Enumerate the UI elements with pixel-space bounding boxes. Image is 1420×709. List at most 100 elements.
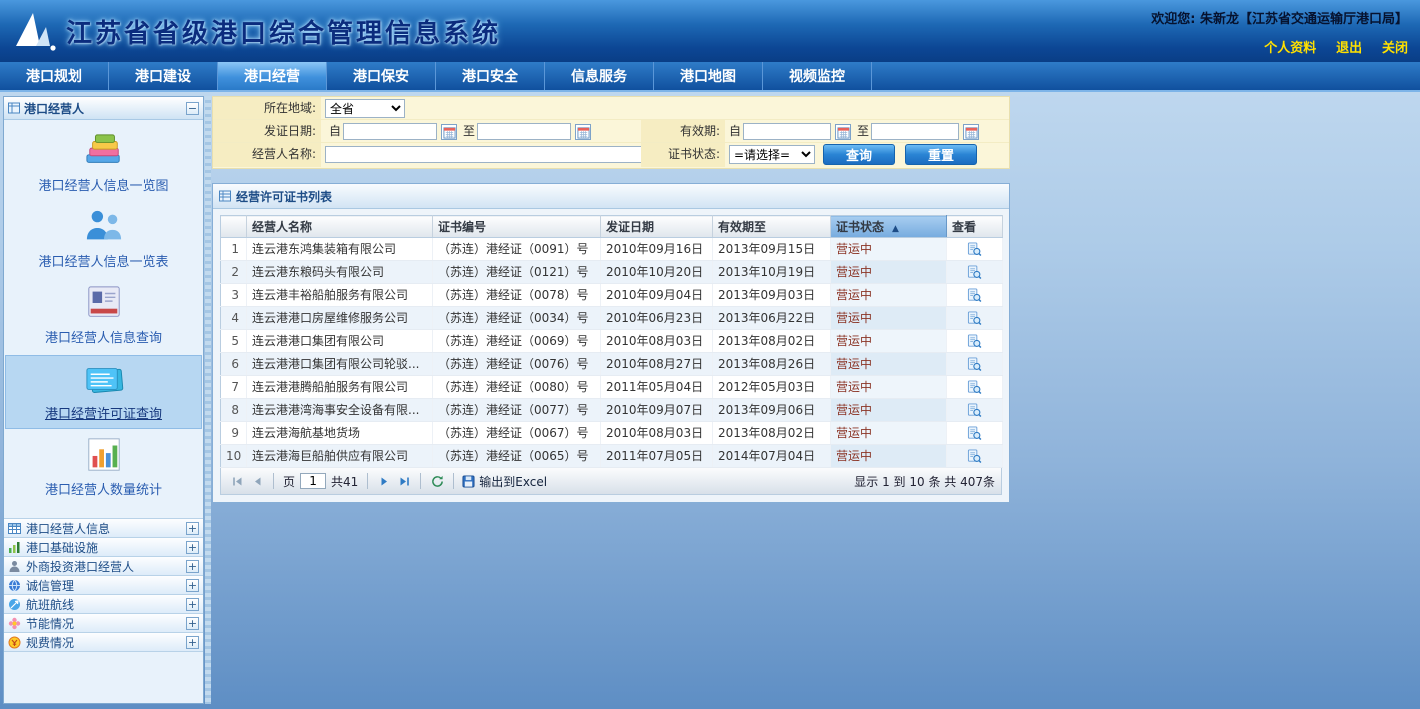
table-row[interactable]: 9 连云港海航基地货场 （苏连）港经证（0067）号 2010年08月03日 2… [221,422,1003,445]
view-cell[interactable] [947,376,1003,399]
table-row[interactable]: 5 连云港港口集团有限公司 （苏连）港经证（0069）号 2010年08月03日… [221,330,1003,353]
first-page-icon[interactable] [229,473,245,489]
expand-button[interactable]: + [186,579,199,592]
tab-information-service[interactable]: 信息服务 [545,62,654,90]
export-excel-button[interactable]: 输出到Excel [462,473,547,490]
sidebar-group-integrity-management[interactable]: 诚信管理 + [4,576,203,595]
view-detail-icon[interactable] [967,403,982,418]
tab-port-map[interactable]: 港口地图 [654,62,763,90]
sidebar-group-label: 节能情况 [26,615,186,632]
certificate-number-cell: （苏连）港经证（0034）号 [433,307,601,330]
sidebar-group-energy-saving[interactable]: 节能情况 + [4,614,203,633]
calendar-icon[interactable] [441,124,457,140]
row-number: 1 [221,238,247,261]
sidebar-item-info-query[interactable]: 港口经营人信息查询 [6,280,201,352]
sidebar-splitter[interactable] [205,96,211,704]
calendar-icon[interactable] [963,124,979,140]
view-detail-icon[interactable] [967,288,982,303]
profile-link[interactable]: 个人资料 [1264,41,1316,56]
table-row[interactable]: 6 连云港港口集团有限公司轮驳... （苏连）港经证（0076）号 2010年0… [221,353,1003,376]
expand-button[interactable]: + [186,598,199,611]
issue-date-from-input[interactable] [343,123,437,140]
table-row[interactable]: 8 连云港港湾海事安全设备有限... （苏连）港经证（0077）号 2010年0… [221,399,1003,422]
valid-until-cell: 2013年08月26日 [713,353,831,376]
table-row[interactable]: 2 连云港东粮码头有限公司 （苏连）港经证（0121）号 2010年10月20日… [221,261,1003,284]
view-detail-icon[interactable] [967,380,982,395]
table-row[interactable]: 3 连云港丰裕船舶服务有限公司 （苏连）港经证（0078）号 2010年09月0… [221,284,1003,307]
region-label: 所在地域: [213,97,321,119]
sidebar-item-info-overview-table[interactable]: 港口经营人信息一览表 [6,204,201,276]
expand-button[interactable]: + [186,617,199,630]
sidebar-group-fees[interactable]: 规费情况 + [4,633,203,652]
col-certificate-number[interactable]: 证书编号 [433,216,601,238]
view-cell[interactable] [947,399,1003,422]
view-cell[interactable] [947,422,1003,445]
tab-video-monitoring[interactable]: 视频监控 [763,62,872,90]
last-page-icon[interactable] [396,473,412,489]
total-pages-label: 共41 [331,473,358,490]
validity-to-input[interactable] [871,123,959,140]
table-row[interactable]: 4 连云港港口房屋维修服务公司 （苏连）港经证（0034）号 2010年06月2… [221,307,1003,330]
table-row[interactable]: 7 连云港港腾船舶服务有限公司 （苏连）港经证（0080）号 2011年05月0… [221,376,1003,399]
status-select[interactable]: =请选择= [729,145,815,164]
table-row[interactable]: 1 连云港东鸿集装箱有限公司 （苏连）港经证（0091）号 2010年09月16… [221,238,1003,261]
calendar-icon[interactable] [835,124,851,140]
calendar-icon[interactable] [575,124,591,140]
prev-page-icon[interactable] [249,473,265,489]
view-detail-icon[interactable] [967,242,982,257]
reset-button[interactable]: 重置 [905,144,977,165]
issue-date-cell: 2011年05月04日 [601,376,713,399]
sidebar-group-port-operators[interactable]: 港口经营人 − [4,97,203,120]
operator-name-input[interactable] [325,146,657,163]
expand-button[interactable]: + [186,636,199,649]
region-select[interactable]: 全省 [325,99,405,118]
col-issue-date[interactable]: 发证日期 [601,216,713,238]
tab-port-security[interactable]: 港口保安 [327,62,436,90]
sidebar-group-flight-routes[interactable]: 航班航线 + [4,595,203,614]
expand-button[interactable]: + [186,522,199,535]
expand-button[interactable]: + [186,560,199,573]
expand-button[interactable]: + [186,541,199,554]
valid-until-cell: 2013年06月22日 [713,307,831,330]
refresh-icon[interactable] [429,473,445,489]
view-cell[interactable] [947,261,1003,284]
collapse-button[interactable]: − [186,102,199,115]
view-detail-icon[interactable] [967,311,982,326]
col-operator-name[interactable]: 经营人名称 [247,216,433,238]
sidebar-item-operator-statistics[interactable]: 港口经营人数量统计 [6,432,201,504]
sidebar-item-license-query[interactable]: 港口经营许可证查询 [6,356,201,428]
view-cell[interactable] [947,445,1003,468]
valid-until-cell: 2013年09月06日 [713,399,831,422]
tab-port-planning[interactable]: 港口规划 [0,62,109,90]
view-detail-icon[interactable] [967,426,982,441]
view-cell[interactable] [947,238,1003,261]
table-row[interactable]: 10 连云港海巨船舶供应有限公司 （苏连）港经证（0065）号 2011年07月… [221,445,1003,468]
view-detail-icon[interactable] [967,334,982,349]
sidebar-item-info-overview-chart[interactable]: 港口经营人信息一览图 [6,128,201,200]
view-cell[interactable] [947,284,1003,307]
close-link[interactable]: 关闭 [1382,41,1408,56]
col-status[interactable]: 证书状态▲ [831,216,947,238]
tab-port-safety[interactable]: 港口安全 [436,62,545,90]
issue-date-to-input[interactable] [477,123,571,140]
view-detail-icon[interactable] [967,357,982,372]
sidebar-group-foreign-investment[interactable]: 外商投资港口经营人 + [4,557,203,576]
sidebar-group-operator-info[interactable]: 港口经营人信息 + [4,519,203,538]
view-cell[interactable] [947,307,1003,330]
tab-port-operation[interactable]: 港口经营 [218,62,327,90]
view-detail-icon[interactable] [967,449,982,464]
next-page-icon[interactable] [376,473,392,489]
view-cell[interactable] [947,353,1003,376]
logout-link[interactable]: 退出 [1336,41,1362,56]
query-button[interactable]: 查询 [823,144,895,165]
form-row-region: 所在地域: 全省 [213,97,1009,120]
sidebar-group-infrastructure[interactable]: 港口基础设施 + [4,538,203,557]
col-valid-until[interactable]: 有效期至 [713,216,831,238]
row-number: 3 [221,284,247,307]
view-cell[interactable] [947,330,1003,353]
pager-divider [367,473,368,489]
validity-from-input[interactable] [743,123,831,140]
tab-port-construction[interactable]: 港口建设 [109,62,218,90]
page-number-input[interactable] [300,473,326,489]
view-detail-icon[interactable] [967,265,982,280]
